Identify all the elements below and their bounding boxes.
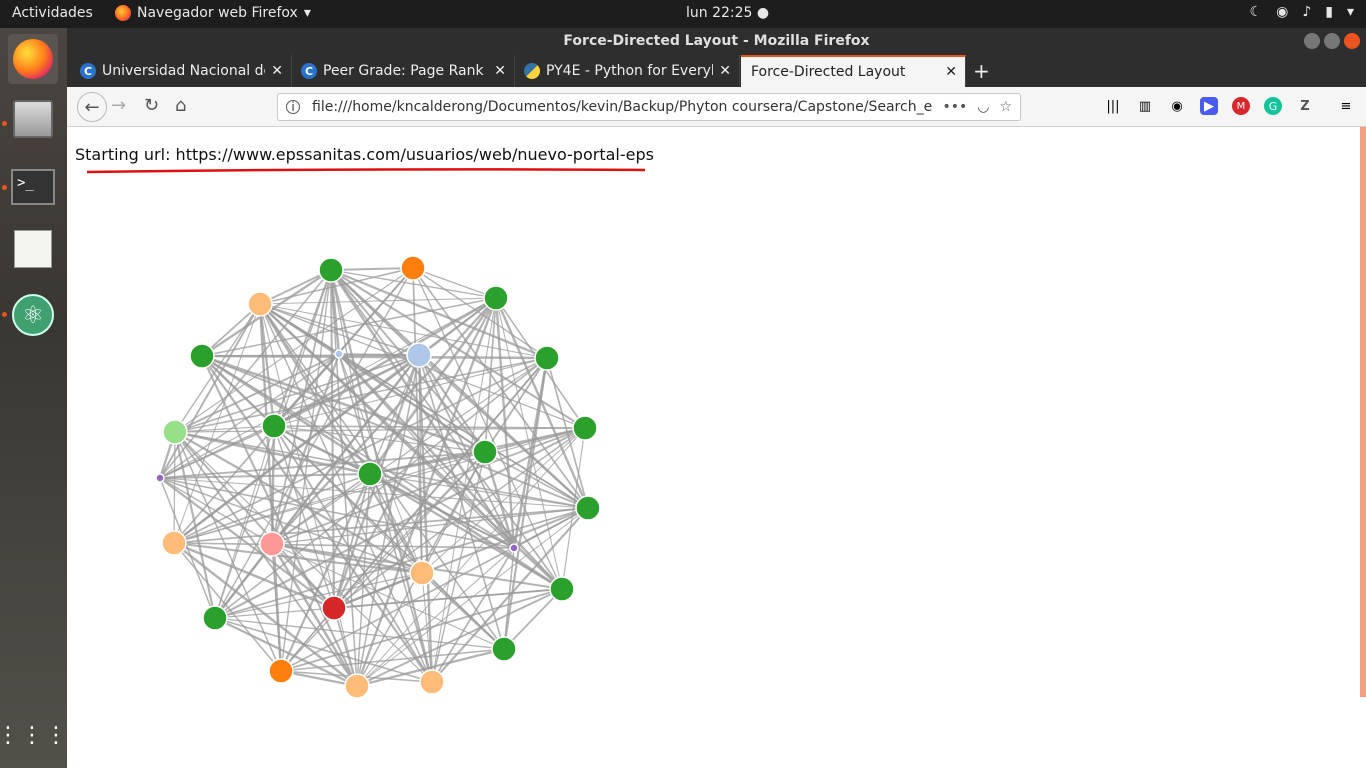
tab-peer-grade[interactable]: C Peer Grade: Page Rank | C ✕ <box>293 55 515 87</box>
graph-edge <box>201 354 548 360</box>
close-icon[interactable]: ✕ <box>719 63 731 79</box>
graph-node[interactable] <box>534 345 560 371</box>
sidebar-icon[interactable]: ▥ <box>1136 97 1154 115</box>
chevron-down-icon: ▾ <box>303 5 311 21</box>
wifi-icon: ◉ <box>1276 4 1289 20</box>
url-text[interactable]: file:///home/kncalderong/Documentos/kevi… <box>312 99 934 115</box>
grammarly-extension-icon[interactable]: G <box>1264 97 1282 115</box>
graph-node[interactable] <box>247 291 273 317</box>
app-menu[interactable]: Navegador web Firefox ▾ <box>115 5 311 21</box>
mega-extension-icon[interactable]: M <box>1232 97 1250 115</box>
graph-node[interactable] <box>572 415 598 441</box>
graph-edge <box>173 267 414 544</box>
clock[interactable]: lun 22:25 ● <box>686 5 769 21</box>
graph-node[interactable] <box>483 285 509 311</box>
tab-strip: C Universidad Nacional de ✕ C Peer Grade… <box>67 55 1366 87</box>
graph-node[interactable] <box>491 636 517 662</box>
activities-button[interactable]: Actividades <box>12 5 93 21</box>
graph-node[interactable] <box>155 473 165 483</box>
firefox-dock-icon[interactable] <box>8 34 58 84</box>
bookmark-star-icon[interactable]: ☆ <box>999 99 1012 115</box>
graph-node[interactable] <box>261 413 287 439</box>
battery-icon: ▮ <box>1325 4 1333 20</box>
window-titlebar: Force-Directed Layout - Mozilla Firefox <box>67 28 1366 55</box>
graph-node[interactable] <box>549 576 575 602</box>
dock: >_ ⚛ ⋮⋮⋮ <box>0 28 67 768</box>
page-actions-icon[interactable]: ••• <box>942 99 967 115</box>
graph-node[interactable] <box>259 531 285 557</box>
graph-node[interactable] <box>472 439 498 465</box>
url-bar[interactable]: i file:///home/kncalderong/Documentos/ke… <box>277 93 1021 121</box>
system-tray[interactable]: ☾ ◉ ♪ ▮ ▾ <box>1250 4 1354 20</box>
zoom-extension-icon[interactable]: ▶ <box>1200 97 1218 115</box>
graph-node[interactable] <box>575 495 601 521</box>
graph-node[interactable] <box>161 530 187 556</box>
back-arrow-icon[interactable]: ← <box>77 92 107 122</box>
graph-node[interactable] <box>344 673 370 699</box>
forward-arrow-icon[interactable]: → <box>111 95 126 116</box>
navigation-toolbar: ← → ↻ ⌂ i file:///home/kncalderong/Docum… <box>67 87 1366 127</box>
zotero-extension-icon[interactable]: Z <box>1296 97 1314 115</box>
show-applications-icon[interactable]: ⋮⋮⋮ <box>0 710 67 760</box>
chevron-down-icon: ▾ <box>1346 4 1354 20</box>
graph-edge <box>273 425 586 429</box>
tab-universidad[interactable]: C Universidad Nacional de ✕ <box>72 55 292 87</box>
new-tab-button[interactable]: + <box>973 59 990 83</box>
hamburger-menu-icon[interactable]: ≡ <box>1337 97 1355 115</box>
graph-edge <box>431 547 515 683</box>
atom-dock-icon[interactable]: ⚛ <box>8 290 58 340</box>
graph-node[interactable] <box>321 595 347 621</box>
night-light-icon: ☾ <box>1249 4 1263 20</box>
info-icon[interactable]: i <box>286 100 300 114</box>
tab-force-directed[interactable]: Force-Directed Layout ✕ <box>741 55 966 87</box>
page-content: Starting url: https://www.epssanitas.com… <box>67 127 1366 768</box>
reload-icon[interactable]: ↻ <box>144 95 159 116</box>
app-menu-label: Navegador web Firefox <box>137 5 298 21</box>
coursera-icon: C <box>80 63 96 79</box>
volume-icon: ♪ <box>1302 4 1312 20</box>
graph-node[interactable] <box>357 461 383 487</box>
minimize-button[interactable] <box>1304 33 1320 49</box>
vertical-scrollbar[interactable] <box>1360 127 1366 697</box>
graph-node[interactable] <box>400 255 426 281</box>
graph-node[interactable] <box>268 658 294 684</box>
pocket-icon[interactable]: ◡ <box>977 99 989 115</box>
library-icon[interactable]: ||| <box>1104 97 1122 115</box>
maximize-button[interactable] <box>1324 33 1340 49</box>
graph-node[interactable] <box>334 349 344 359</box>
terminal-dock-icon[interactable]: >_ <box>8 162 58 212</box>
graph-node[interactable] <box>162 419 188 445</box>
close-window-button[interactable] <box>1344 33 1360 49</box>
graph-node[interactable] <box>189 343 215 369</box>
close-icon[interactable]: ✕ <box>271 63 283 79</box>
files-dock-icon[interactable] <box>8 94 58 144</box>
graph-node[interactable] <box>406 342 432 368</box>
graph-node[interactable] <box>318 257 344 283</box>
graph-node[interactable] <box>419 669 445 695</box>
force-directed-graph <box>155 255 601 699</box>
home-icon[interactable]: ⌂ <box>175 95 186 116</box>
window-title: Force-Directed Layout - Mozilla Firefox <box>563 33 870 49</box>
text-editor-dock-icon[interactable] <box>8 224 58 274</box>
graph-node[interactable] <box>409 560 435 586</box>
top-panel: Actividades Navegador web Firefox ▾ lun … <box>0 0 1366 28</box>
close-icon[interactable]: ✕ <box>945 64 957 80</box>
coursera-icon: C <box>301 63 317 79</box>
browser-window: Force-Directed Layout - Mozilla Firefox … <box>67 28 1366 768</box>
graph-node[interactable] <box>509 543 519 553</box>
account-icon[interactable]: ◉ <box>1168 97 1186 115</box>
close-icon[interactable]: ✕ <box>494 63 506 79</box>
firefox-small-icon <box>115 5 131 21</box>
tab-py4e[interactable]: PY4E - Python for Everyb ✕ <box>516 55 740 87</box>
graph-node[interactable] <box>202 605 228 631</box>
python-icon <box>524 63 540 79</box>
